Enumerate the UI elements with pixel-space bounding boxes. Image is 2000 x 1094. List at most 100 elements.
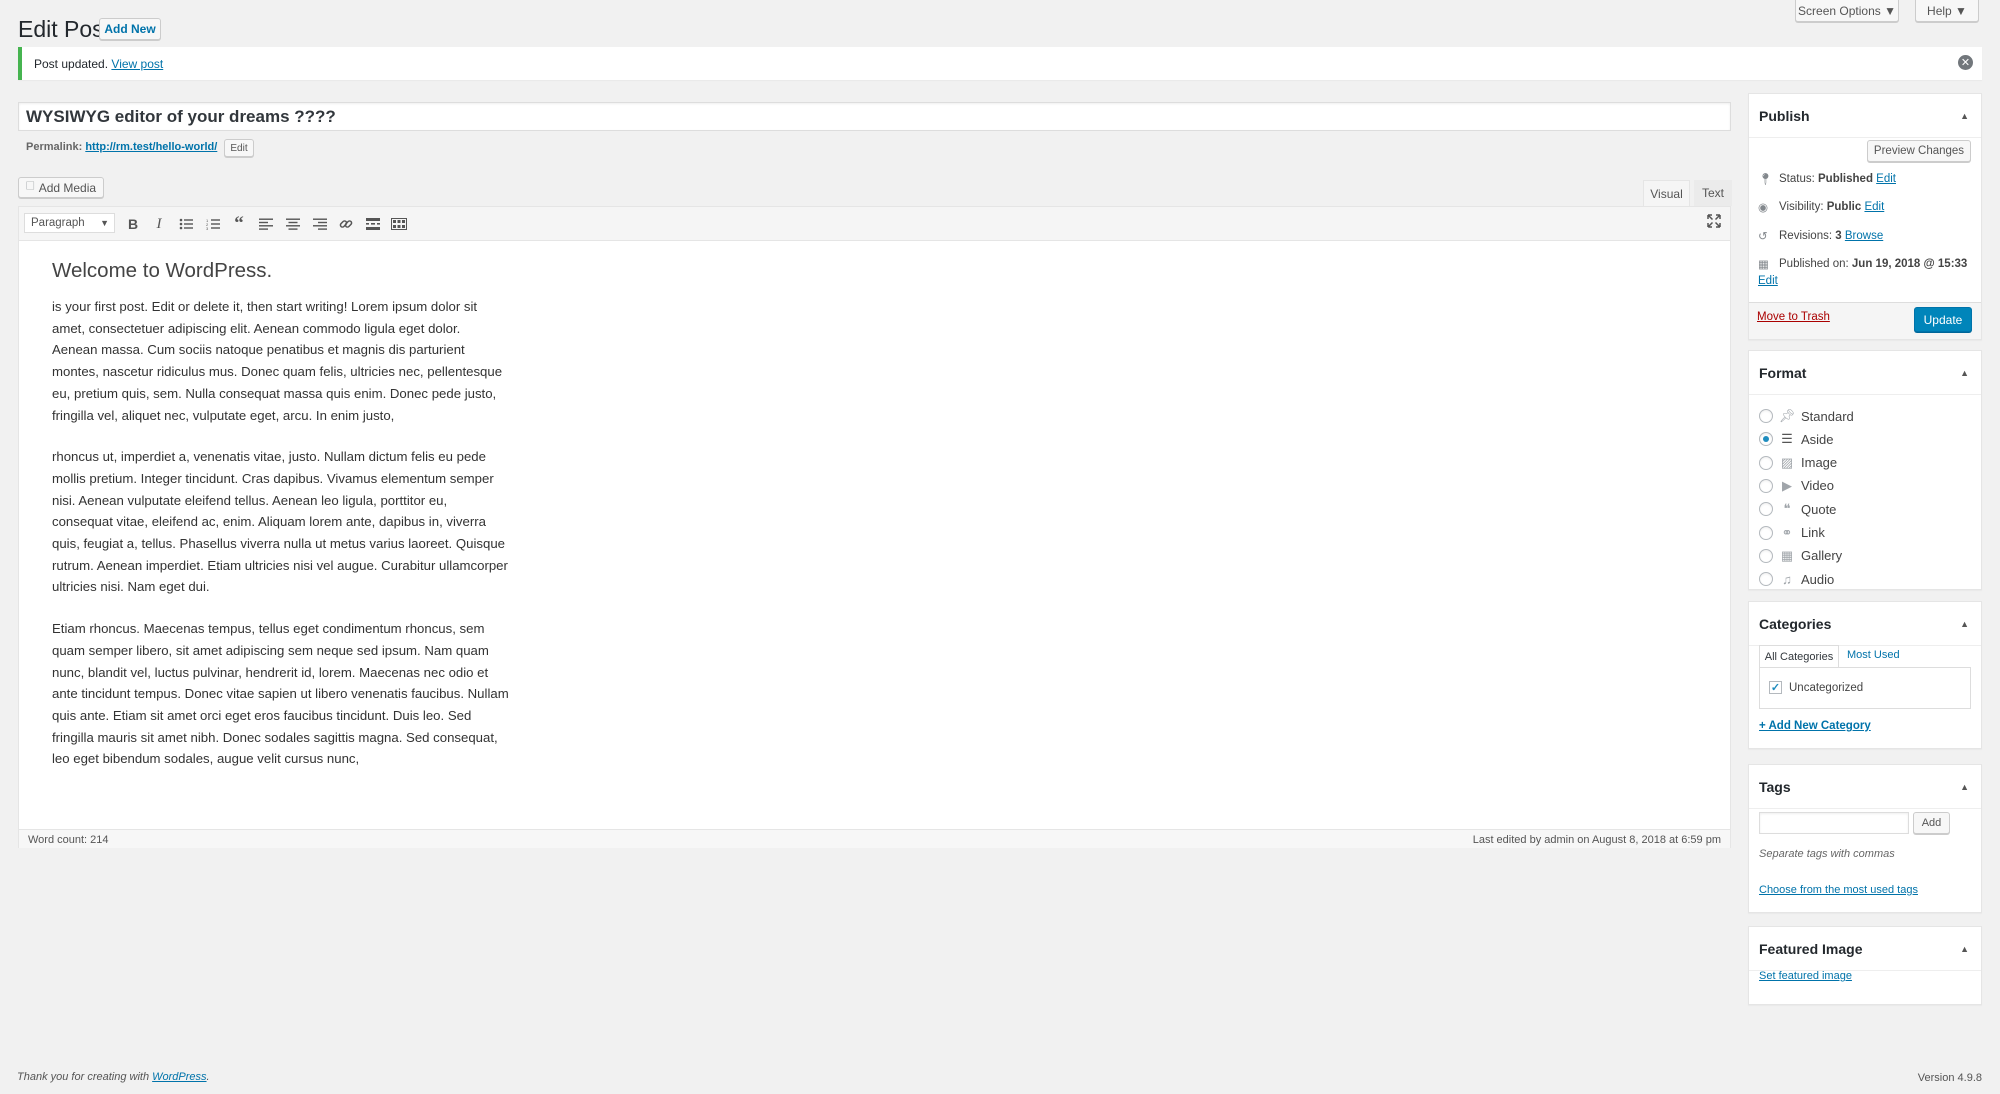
paragraph-line: nisi. Aenean vulputate eleifend tellus. … [52,492,448,508]
post-title-text: WYSIWYG editor of your dreams ???? [26,106,336,126]
content-paragraph: Etiam rhoncus. Maecenas tempus, tellus e… [52,618,592,770]
update-button[interactable]: Update [1914,307,1972,332]
collapse-arrow-icon[interactable]: ▲ [1960,368,1969,378]
tab-most-used[interactable]: Most Used [1847,649,1900,661]
footer-thanks-text: Thank you for creating with [17,1071,150,1083]
paragraph-line: eu, pretium quis, sem. Nulla consequat m… [52,385,497,401]
move-to-trash-link[interactable]: Move to Trash [1757,311,1830,323]
toolbar-toggle-icon[interactable] [388,213,410,235]
format-option-audio[interactable]: ♫ Audio [1759,569,1834,589]
post-title-input[interactable]: WYSIWYG editor of your dreams ???? [18,102,1731,131]
add-new-button[interactable]: Add New [99,18,161,40]
word-count: Word count: 214 [28,834,109,846]
tag-input[interactable] [1759,812,1909,834]
format-option-image[interactable]: ▨ Image [1759,453,1837,473]
format-option-video[interactable]: ▶ Video [1759,476,1834,496]
radio-button[interactable] [1759,548,1773,563]
tab-all-categories[interactable]: All Categories [1759,645,1839,667]
radio-button[interactable] [1759,478,1773,493]
link-icon[interactable] [335,213,357,235]
paragraph-line: quis, feugiat a, tellus. Phasellus viver… [52,536,506,552]
align-left-icon[interactable] [255,213,277,235]
permalink-label: Permalink: [26,141,83,153]
paragraph-line: is your first post. Edit or delete it, t… [52,299,478,314]
italic-icon[interactable]: I [148,213,170,235]
align-center-icon[interactable] [282,213,304,235]
revisions-browse-link[interactable]: Browse [1845,230,1883,242]
tab-visual[interactable]: Visual [1643,180,1690,206]
align-right-icon[interactable] [309,213,331,235]
radio-button[interactable] [1759,432,1773,447]
category-label: Uncategorized [1789,681,1864,694]
choose-most-used-tags-link[interactable]: Choose from the most used tags [1759,884,1918,896]
checkbox-checked-icon[interactable]: ✓ [1769,681,1782,694]
numbered-list-icon[interactable]: 123 [202,213,224,235]
paragraph-line: leo eget bibendum sodales, augue velit c… [52,751,360,767]
format-video-icon: ▶ [1782,477,1792,493]
add-media-button[interactable]: 🗆 Add Media [18,177,104,198]
format-option-aside[interactable]: ☰ Aside [1759,429,1834,449]
format-standard-icon: 📌︎ [1778,408,1796,423]
fullscreen-icon[interactable] [1703,210,1725,232]
permalink-edit-button[interactable]: Edit [224,139,254,157]
tab-text[interactable]: Text [1694,180,1732,206]
format-option-quote[interactable]: ❝ Quote [1759,499,1836,519]
categories-list: ✓ Uncategorized [1759,667,1971,709]
format-option-label: Standard [1801,408,1854,424]
format-gallery-icon: ▦ [1780,547,1794,563]
svg-text:3: 3 [206,226,209,230]
post-updated-notice: Post updated. View post ✕ [18,47,1982,80]
add-tag-button[interactable]: Add [1913,812,1950,834]
featured-image-box: Featured Image ▲ [1748,926,1982,1005]
collapse-arrow-icon[interactable]: ▲ [1960,111,1969,121]
permalink: Permalink: http://rm.test/hello-world/ [26,141,217,153]
view-post-link[interactable]: View post [111,57,163,71]
editor-content[interactable]: Welcome to WordPress. is your first post… [52,257,592,790]
bulleted-list-icon[interactable] [175,213,197,235]
revisions-value: 3 [1835,230,1842,242]
format-option-standard[interactable]: 📌︎ Standard [1759,406,1854,426]
collapse-arrow-icon[interactable]: ▲ [1960,944,1969,954]
add-new-category-link[interactable]: + Add New Category [1759,720,1871,732]
visibility-edit-link[interactable]: Edit [1864,201,1884,213]
published-edit-link[interactable]: Edit [1758,275,1778,287]
read-more-icon[interactable] [362,213,384,235]
radio-button[interactable] [1759,502,1773,517]
help-button[interactable]: Help ▼ [1915,0,1979,22]
published-on-row: ▦ Published on: Jun 19, 2018 @ 15:33 [1758,257,1967,271]
visibility-row: ◉ Visibility: Public Edit [1758,200,1884,214]
blockquote-icon[interactable]: “ [228,213,250,235]
format-select[interactable]: Paragraph ▼ [24,213,115,233]
category-item[interactable]: ✓ Uncategorized [1769,681,1863,694]
paragraph-line: nunc, blandit vel, luctus pulvinar, hend… [52,664,489,680]
format-option-label: Link [1801,525,1825,540]
status-label: Status: [1779,173,1815,185]
wordpress-link[interactable]: WordPress [152,1071,206,1083]
footer-version: Version 4.9.8 [1917,1072,1982,1084]
format-select-value: Paragraph [31,217,85,229]
format-option-gallery[interactable]: ▦ Gallery [1759,546,1842,566]
paragraph-line: quis ante. Etiam sit amet orci eget eros… [52,707,472,723]
permalink-url[interactable]: http://rm.test/hello-world/ [85,141,217,153]
preview-changes-button[interactable]: Preview Changes [1867,140,1971,162]
screen-options-button[interactable]: Screen Options ▼ [1795,0,1899,22]
radio-button[interactable] [1759,455,1773,470]
format-option-link[interactable]: ⚭ Link [1759,523,1825,543]
format-option-label: Aside [1801,431,1834,447]
paragraph-line: mollis pretium. Integer tincidunt. Cras … [52,470,494,486]
revisions-row: ↺ Revisions: 3 Browse [1758,229,1883,243]
radio-button[interactable] [1759,525,1773,540]
content-paragraphs: is your first post. Edit or delete it, t… [52,296,592,770]
collapse-arrow-icon[interactable]: ▲ [1960,619,1969,629]
radio-button[interactable] [1759,572,1773,587]
format-title: Format [1759,364,1807,381]
status-edit-link[interactable]: Edit [1876,173,1896,185]
add-media-label: Add Media [38,180,97,195]
format-option-label: Audio [1801,571,1835,587]
dismiss-icon[interactable]: ✕ [1958,55,1973,70]
collapse-arrow-icon[interactable]: ▲ [1960,782,1969,792]
set-featured-image-link[interactable]: Set featured image [1759,970,1852,982]
bold-icon[interactable]: B [122,213,144,235]
radio-button[interactable] [1759,409,1773,423]
paragraph-line: fringilla vel, aliquet nec, vulputate eg… [52,407,395,423]
